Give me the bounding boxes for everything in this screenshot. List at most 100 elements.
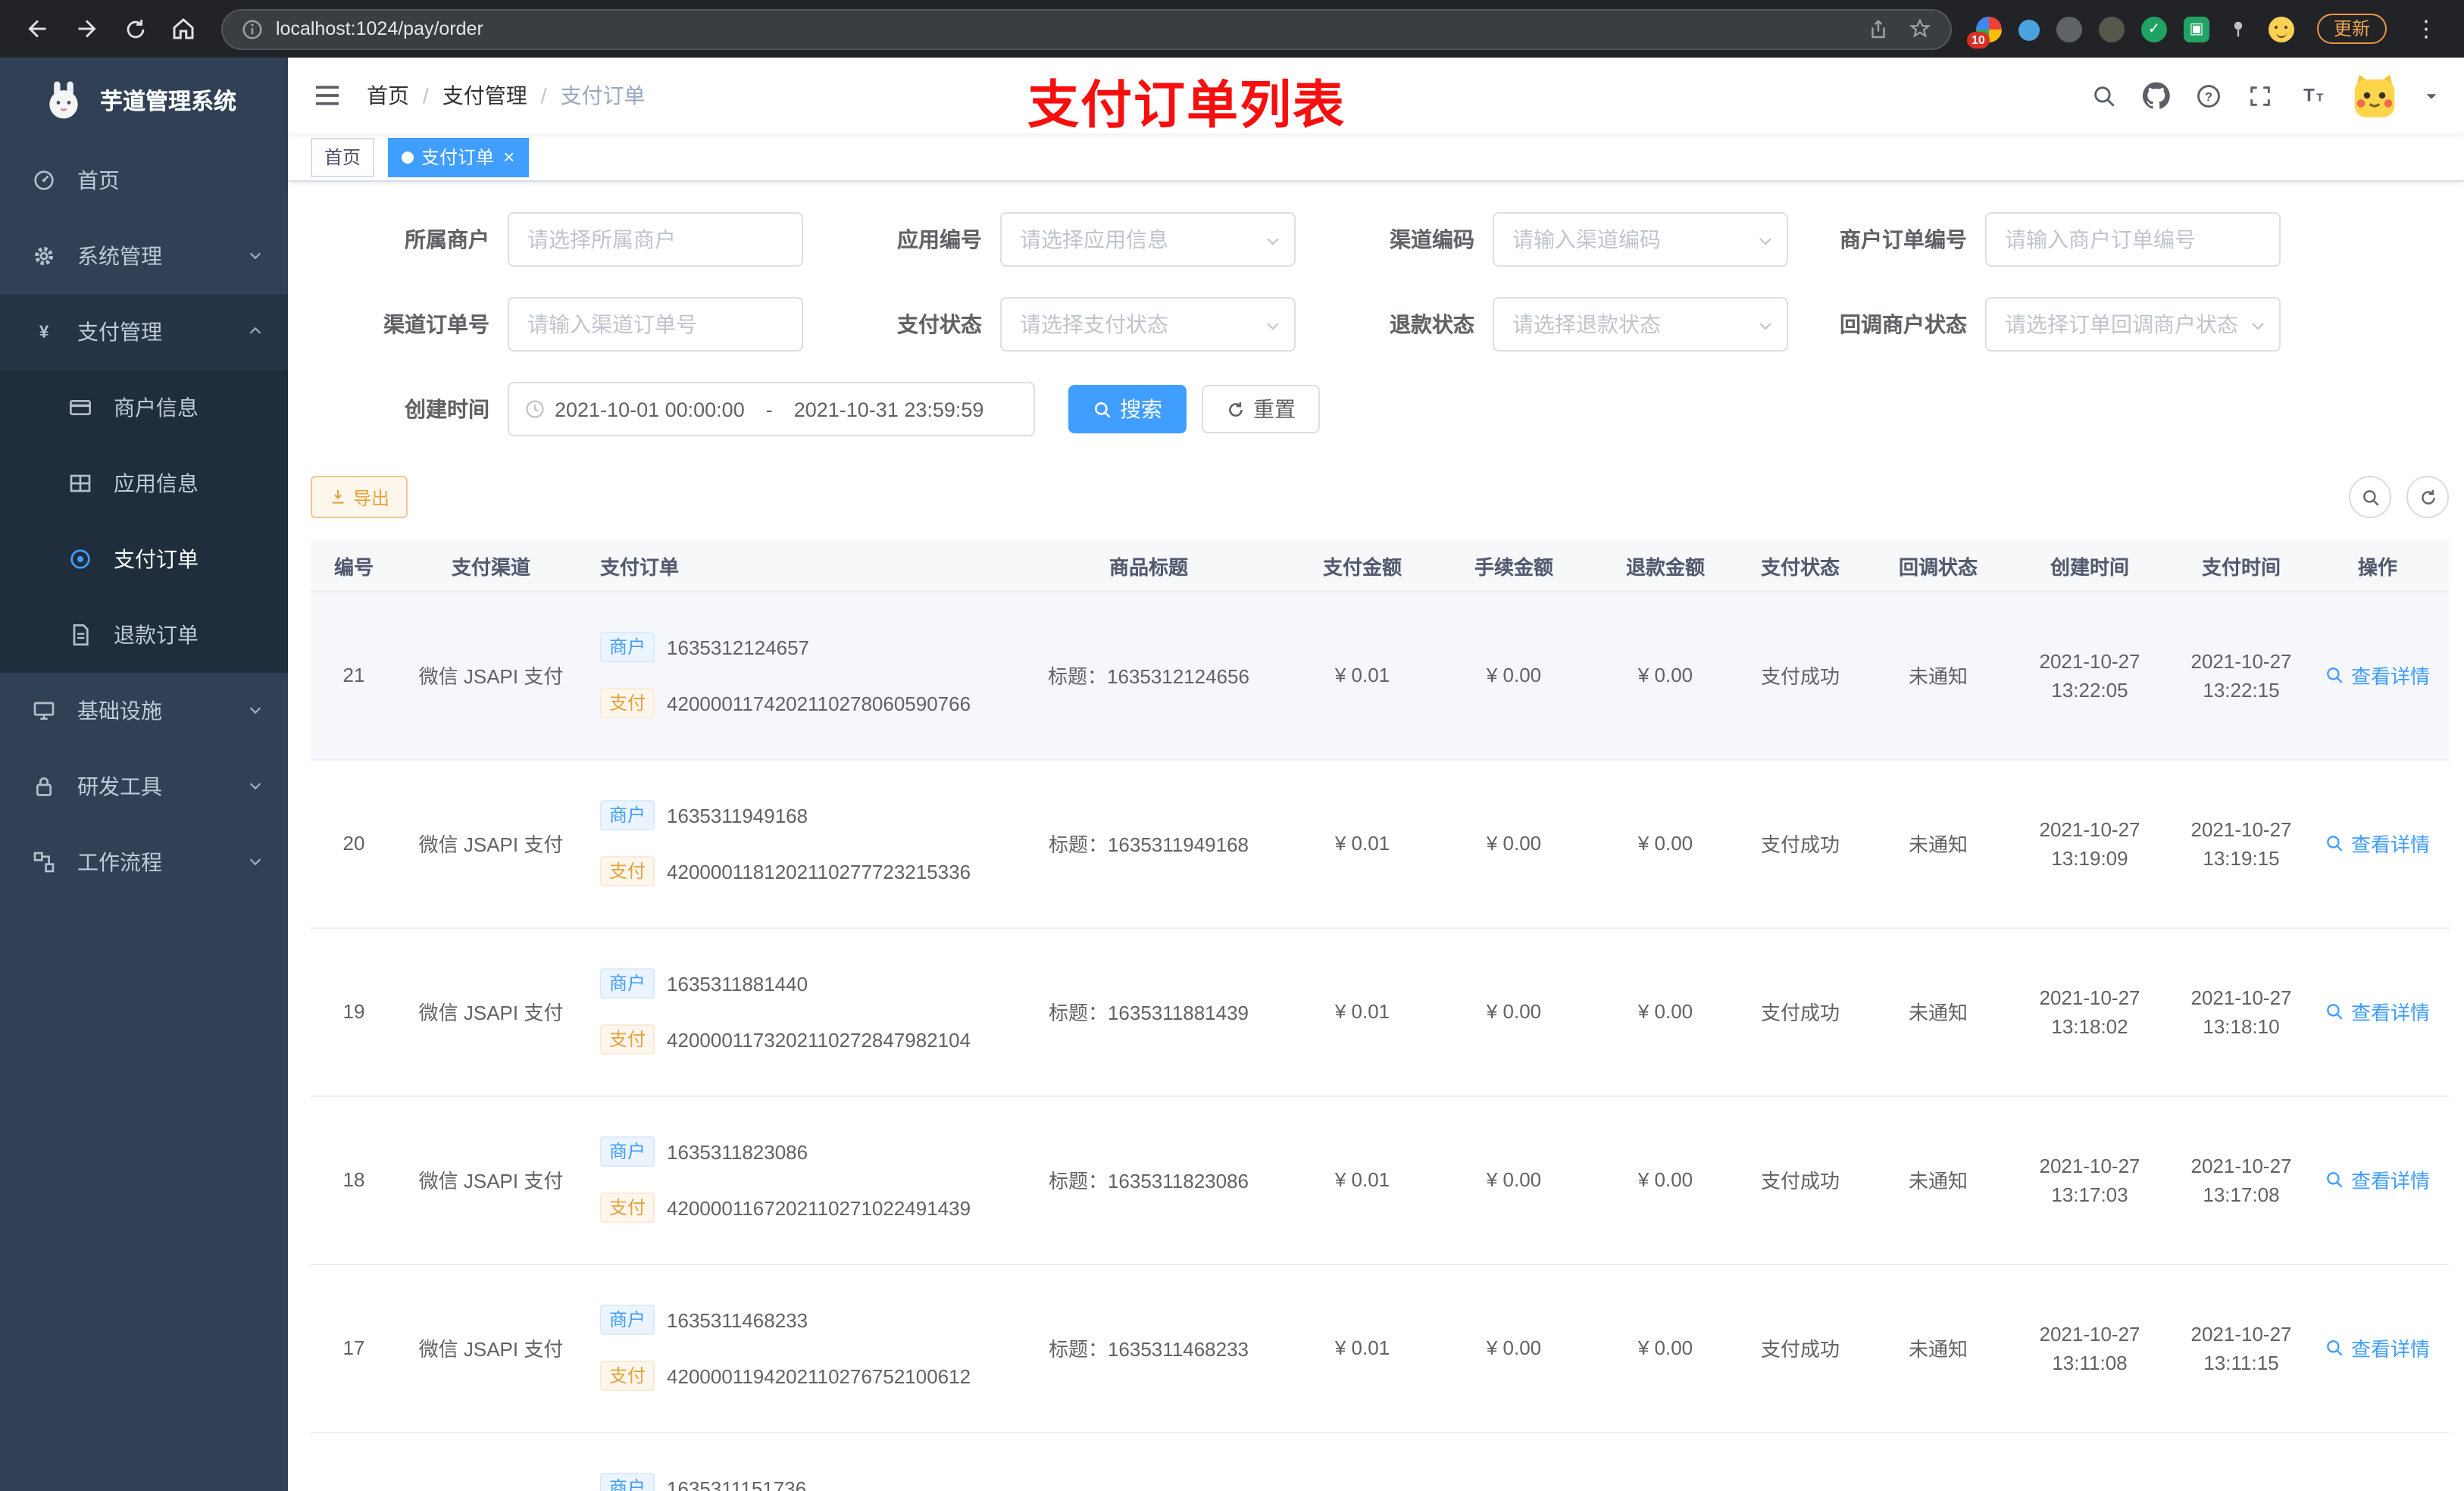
table-row: 18 微信 JSAPI 支付 商户 1635311823086 支付 42000… — [311, 1096, 2449, 1264]
cell-action: 查看详情 — [2306, 927, 2449, 1096]
breadcrumb-home[interactable]: 首页 — [367, 80, 409, 111]
screen: localhost:1024/pay/order 10 ✓ ▣ 更新 ⋮ 芋道管… — [0, 0, 2464, 1491]
merchant-order-no: 1635311949168 — [667, 804, 808, 827]
search-button[interactable]: 搜索 — [1068, 385, 1187, 433]
chevron-down-icon — [247, 244, 264, 268]
cell-created-time: 2021-10-27 13:22:05 — [2003, 591, 2176, 760]
cell-amount: ¥ 0.01 — [1300, 1264, 1424, 1433]
browser-home-button[interactable] — [161, 6, 206, 52]
sidebar-item-merchant-info[interactable]: 商户信息 — [0, 370, 288, 445]
cell-paid-time: 2021-10-27 13:11:15 — [2176, 1264, 2306, 1433]
breadcrumb-pay-management[interactable]: 支付管理 — [442, 80, 527, 111]
cell-pay-order: 商户 1635311881440 支付 42000011732021102728… — [585, 927, 997, 1096]
logo-avatar — [49, 81, 78, 119]
browser-back-button[interactable] — [15, 6, 61, 52]
sidebar-item-payment[interactable]: ¥ 支付管理 — [0, 294, 288, 370]
profile-emoji-icon[interactable] — [2268, 16, 2294, 42]
toggle-search-button[interactable] — [2349, 476, 2391, 518]
app-title: 芋道管理系统 — [100, 89, 237, 114]
cell-channel: 微信 JSAPI 支付 — [397, 759, 585, 928]
sidebar-item-workflow[interactable]: 工作流程 — [0, 824, 288, 900]
merchant-tag: 商户 — [600, 1473, 655, 1491]
channel-code-select[interactable] — [1493, 212, 1788, 267]
export-button[interactable]: 导出 — [311, 476, 408, 518]
tab-home[interactable]: 首页 — [311, 137, 375, 177]
merchant-order-no-input[interactable] — [1985, 212, 2281, 267]
extension-icon-dark[interactable] — [2098, 16, 2125, 42]
cell-paid-time: 2021-10-27 13:19:15 — [2176, 759, 2306, 928]
cell-pay-status: 支付成功 — [1728, 759, 1873, 928]
cell-title: 标题：1635311949168 — [997, 759, 1300, 928]
column-header: 编号 — [311, 541, 397, 592]
sidebar-item-label: 商户信息 — [114, 395, 199, 420]
browser-update-button[interactable]: 更新 — [2316, 14, 2387, 44]
channel-order-no-input[interactable] — [508, 297, 803, 352]
sidebar-item-system[interactable]: 系统管理 — [0, 218, 288, 294]
app-no-select[interactable] — [1000, 212, 1296, 267]
browser-refresh-button[interactable] — [112, 6, 158, 52]
address-bar[interactable]: localhost:1024/pay/order — [221, 8, 1952, 49]
extension-icon-colorful[interactable]: 10 — [1966, 16, 2002, 48]
tab-pay-order[interactable]: 支付订单 × — [388, 137, 529, 177]
close-icon[interactable]: × — [503, 147, 514, 167]
extension-icon-blue[interactable] — [2018, 20, 2040, 41]
font-size-icon[interactable]: TT — [2299, 82, 2326, 109]
pay-status-select[interactable] — [1000, 297, 1296, 352]
sidebar-item-home[interactable]: 首页 — [0, 142, 288, 218]
extension-icon-green-square[interactable]: ▣ — [2183, 16, 2209, 42]
hamburger-icon[interactable] — [312, 80, 342, 111]
search-icon — [2362, 489, 2378, 505]
sidebar-item-label: 研发工具 — [77, 774, 162, 799]
table-row: 21 微信 JSAPI 支付 商户 1635312124657 支付 42000… — [311, 591, 2449, 760]
table-header-row: 编号 支付渠道 支付订单 商品标题 支付金额 手续金额 退款金额 支付状态 回调状态 创建时间 支付… — [311, 541, 2449, 592]
view-detail-link[interactable]: 查看详情 — [2325, 661, 2430, 689]
pay-order-no: 4200001173202110272847982104 — [667, 1028, 971, 1051]
view-detail-link[interactable]: 查看详情 — [2325, 1165, 2430, 1194]
cell-title: 标题：1635312124656 — [997, 591, 1300, 760]
sidebar-item-dev-tools[interactable]: 研发工具 — [0, 749, 288, 824]
sidebar-item-infrastructure[interactable]: 基础设施 — [0, 673, 288, 749]
range-separator: - — [765, 398, 773, 420]
sidebar-item-refund-order[interactable]: 退款订单 — [0, 597, 288, 673]
header-search-icon[interactable] — [2091, 83, 2117, 108]
github-icon[interactable] — [2143, 82, 2170, 109]
dashboard-icon — [30, 168, 58, 192]
share-icon[interactable] — [1867, 17, 1890, 40]
extensions-area: 10 ✓ ▣ 更新 ⋮ — [1966, 14, 2449, 48]
browser-forward-button[interactable] — [64, 6, 109, 52]
sidebar-item-app-info[interactable]: 应用信息 — [0, 445, 288, 521]
help-icon[interactable]: ? — [2196, 83, 2222, 108]
merchant-input[interactable] — [508, 212, 803, 267]
cell-channel: 微信 JSAPI 支付 — [397, 591, 585, 760]
cell-title: 标题：1635311881439 — [997, 927, 1300, 1096]
pin-icon[interactable] — [2226, 16, 2252, 42]
cell-pay-status: 支付成功 — [1728, 1264, 1873, 1433]
view-detail-link[interactable]: 查看详情 — [2325, 829, 2430, 858]
user-avatar[interactable] — [2352, 73, 2397, 118]
bookmark-star-icon[interactable] — [1908, 17, 1932, 41]
cell-notify-status: 未通知 — [1873, 759, 2003, 928]
view-detail-link[interactable]: 查看详情 — [2325, 1333, 2430, 1362]
create-time-range-picker[interactable]: 2021-10-01 00:00:00 - 2021-10-31 23:59:5… — [508, 382, 1035, 436]
refresh-table-button[interactable] — [2406, 476, 2449, 518]
cell-pay-status: 支付成功 — [1728, 591, 1873, 760]
sidebar-item-pay-order[interactable]: 支付订单 — [0, 521, 288, 597]
browser-menu-icon[interactable]: ⋮ — [2412, 15, 2440, 42]
notify-status-select[interactable] — [1985, 297, 2281, 352]
cell-fee: ¥ 0.00 — [1424, 1096, 1603, 1264]
caret-down-icon[interactable] — [2423, 87, 2440, 104]
payment-submenu: 商户信息 应用信息 支付订单 退款订单 — [0, 370, 288, 673]
merchant-order-no: 1635311823086 — [667, 1140, 808, 1163]
table-row: 商户 1635311151736 支付 查看详情 — [311, 1432, 2449, 1491]
fullscreen-icon[interactable] — [2247, 83, 2273, 108]
monitor-icon — [30, 699, 58, 723]
column-header: 创建时间 — [2003, 541, 2176, 592]
extension-icon-green-circle[interactable]: ✓ — [2140, 16, 2167, 42]
refund-status-select[interactable] — [1493, 297, 1788, 352]
cell-action: 查看详情 — [2306, 1432, 2449, 1491]
view-detail-link[interactable]: 查看详情 — [2325, 997, 2430, 1026]
reset-button[interactable]: 重置 — [1202, 385, 1320, 433]
extension-icon-gray[interactable] — [2056, 16, 2082, 42]
pay-order-no: 4200001167202110271022491439 — [667, 1196, 971, 1219]
cell-fee: ¥ 0.00 — [1424, 591, 1603, 760]
